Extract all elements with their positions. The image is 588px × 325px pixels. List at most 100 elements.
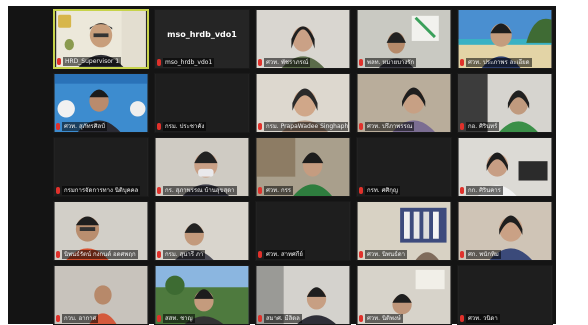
participant-name: ศก. พนักทิม bbox=[466, 249, 501, 259]
mic-muted-icon bbox=[460, 58, 464, 66]
mic-muted-icon bbox=[157, 186, 161, 194]
participant-label: กวบ. อากาศ bbox=[56, 313, 146, 323]
mic-muted-icon bbox=[57, 57, 61, 65]
participant-name: กร. สุภาพรรณ บ้านสุขสุดา bbox=[163, 185, 237, 195]
mic-muted-icon bbox=[359, 314, 363, 322]
participant-name: ศวท. นิติพงษ์ bbox=[365, 313, 403, 323]
participant-label: สมาศ. มีลิดล bbox=[258, 313, 348, 323]
participant-tile[interactable]: ศวท. ประภาพร ละเอียด bbox=[457, 9, 553, 69]
video-grid: HRD_Supervisor 1 mso_hrdb_vdo1 mso_hrdb_… bbox=[8, 6, 556, 325]
participant-name: ศวท. กรร bbox=[264, 185, 294, 195]
participant-label: กรม. ประชาคัง bbox=[157, 121, 247, 131]
participant-label: กรม. สุนารี ภา bbox=[157, 249, 247, 259]
participant-tile[interactable]: ศวท. นิพนธ์ดา bbox=[356, 201, 452, 261]
participant-tile[interactable]: พลท. หมายบางรัก bbox=[356, 9, 452, 69]
mic-muted-icon bbox=[460, 186, 464, 194]
participant-label: ศวท. นิติพงษ์ bbox=[359, 313, 449, 323]
participant-name: ศวท. นิพนธ์ดา bbox=[365, 249, 408, 259]
mic-muted-icon bbox=[157, 314, 161, 322]
participant-label: ศวท. สาทศกีย์ bbox=[258, 249, 348, 259]
mic-muted-icon bbox=[157, 250, 161, 258]
participant-label: กรมการจัดการทาง นิติบุคคล bbox=[56, 185, 146, 195]
mic-muted-icon bbox=[460, 314, 464, 322]
mic-muted-icon bbox=[359, 186, 363, 194]
participant-label: ศวท. พัชราภรณ์ bbox=[258, 57, 348, 67]
mic-muted-icon bbox=[460, 122, 464, 130]
participant-name: สมาศ. มีลิดล bbox=[264, 313, 302, 323]
participant-tile[interactable]: สมาศ. มีลิดล bbox=[255, 265, 351, 325]
mic-muted-icon bbox=[157, 122, 161, 130]
participant-tile[interactable]: กรม. PrapaWadee Singhaphet bbox=[255, 73, 351, 133]
mic-muted-icon bbox=[258, 250, 262, 258]
participant-label: ศวท. วนิดา bbox=[460, 313, 550, 323]
participant-name: กรม. ประชาคัง bbox=[163, 121, 207, 131]
mic-muted-icon bbox=[359, 122, 363, 130]
participant-label: กรม. PrapaWadee Singhaphet bbox=[258, 121, 348, 131]
participant-label: ศวท. กรร bbox=[258, 185, 348, 195]
participant-tile[interactable]: ศวท. กรร bbox=[255, 137, 351, 197]
participant-name: นิพนธ์รัตน์ กงกนต์ อดศพฤก bbox=[62, 249, 138, 259]
participant-tile[interactable]: กรท. ศศิกุญ bbox=[356, 137, 452, 197]
participant-label: นิพนธ์รัตน์ กงกนต์ อดศพฤก bbox=[56, 249, 146, 259]
participant-name: กอ. ศิรินทร์ bbox=[466, 121, 500, 131]
mic-muted-icon bbox=[56, 314, 60, 322]
participant-tile[interactable]: กวบ. อากาศ bbox=[53, 265, 149, 325]
participant-tile[interactable]: กรม. สุนารี ภา bbox=[154, 201, 250, 261]
participant-tile[interactable]: กอ. ศิรินทร์ bbox=[457, 73, 553, 133]
participant-name: กก. ศิรินคาร bbox=[466, 185, 503, 195]
mic-muted-icon bbox=[460, 250, 464, 258]
mic-muted-icon bbox=[359, 250, 363, 258]
participant-tile[interactable]: ศก. พนักทิม bbox=[457, 201, 553, 261]
mic-muted-icon bbox=[258, 58, 262, 66]
mic-muted-icon bbox=[258, 314, 262, 322]
participant-label: ศวท. ประภาพร ละเอียด bbox=[460, 57, 550, 67]
participant-label: สสท. ชาญ bbox=[157, 313, 247, 323]
mic-muted-icon bbox=[56, 122, 60, 130]
mic-muted-icon bbox=[56, 250, 60, 258]
mic-muted-icon bbox=[359, 58, 363, 66]
participant-name-display: mso_hrdb_vdo1 bbox=[167, 30, 237, 39]
participant-name: กรท. ศศิกุญ bbox=[365, 185, 400, 195]
mic-muted-icon bbox=[56, 186, 60, 194]
participant-name: ศวท. ปรีภาพรรณ bbox=[365, 121, 415, 131]
participant-name: พลท. หมายบางรัก bbox=[365, 57, 417, 67]
participant-name: กรม. สุนารี ภา bbox=[163, 249, 206, 259]
participant-name: ศวท. วนิดา bbox=[466, 313, 500, 323]
participant-tile[interactable]: ศวท. พัชราภรณ์ bbox=[255, 9, 351, 69]
participant-label: พลท. หมายบางรัก bbox=[359, 57, 449, 67]
mic-muted-icon bbox=[157, 58, 161, 66]
participant-name: ศวท. สาทศกีย์ bbox=[264, 249, 305, 259]
participant-label: กก. ศิรินคาร bbox=[460, 185, 550, 195]
participant-tile[interactable]: กก. ศิรินคาร bbox=[457, 137, 553, 197]
participant-name: กวบ. อากาศ bbox=[62, 313, 99, 323]
participant-name: ศวท. สุภัทรศิลป์ bbox=[62, 121, 108, 131]
mic-muted-icon bbox=[258, 186, 262, 194]
participant-tile[interactable]: กรมการจัดการทาง นิติบุคคล bbox=[53, 137, 149, 197]
participant-tile[interactable]: กร. สุภาพรรณ บ้านสุขสุดา bbox=[154, 137, 250, 197]
participant-tile[interactable]: ศวท. นิติพงษ์ bbox=[356, 265, 452, 325]
participant-label: ศวท. ปรีภาพรรณ bbox=[359, 121, 449, 131]
participant-tile[interactable]: ศวท. วนิดา bbox=[457, 265, 553, 325]
participant-name: HRD_Supervisor 1 bbox=[63, 56, 122, 66]
participant-tile[interactable]: นิพนธ์รัตน์ กงกนต์ อดศพฤก bbox=[53, 201, 149, 261]
participant-label: กรท. ศศิกุญ bbox=[359, 185, 449, 195]
participant-tile[interactable]: ศวท. สาทศกีย์ bbox=[255, 201, 351, 261]
participant-tile[interactable]: สสท. ชาญ bbox=[154, 265, 250, 325]
participant-label: ศวท. สุภัทรศิลป์ bbox=[56, 121, 146, 131]
participant-label: ศก. พนักทิม bbox=[460, 249, 550, 259]
participant-label: กอ. ศิรินทร์ bbox=[460, 121, 550, 131]
participant-name: mso_hrdb_vdo1 bbox=[163, 57, 215, 67]
participant-name: ศวท. ประภาพร ละเอียด bbox=[466, 57, 532, 67]
participant-tile[interactable]: กรม. ประชาคัง bbox=[154, 73, 250, 133]
participant-label: HRD_Supervisor 1 bbox=[57, 56, 145, 66]
participant-tile[interactable]: HRD_Supervisor 1 bbox=[53, 9, 149, 69]
participant-label: mso_hrdb_vdo1 bbox=[157, 57, 247, 67]
participant-label: ศวท. นิพนธ์ดา bbox=[359, 249, 449, 259]
mic-muted-icon bbox=[258, 122, 262, 130]
participant-tile[interactable]: ศวท. ปรีภาพรรณ bbox=[356, 73, 452, 133]
participant-tile[interactable]: ศวท. สุภัทรศิลป์ bbox=[53, 73, 149, 133]
participant-name: สสท. ชาญ bbox=[163, 313, 195, 323]
participant-label: กร. สุภาพรรณ บ้านสุขสุดา bbox=[157, 185, 247, 195]
participant-name: กรม. PrapaWadee Singhaphet bbox=[264, 121, 348, 131]
participant-tile[interactable]: mso_hrdb_vdo1 mso_hrdb_vdo1 bbox=[154, 9, 250, 69]
